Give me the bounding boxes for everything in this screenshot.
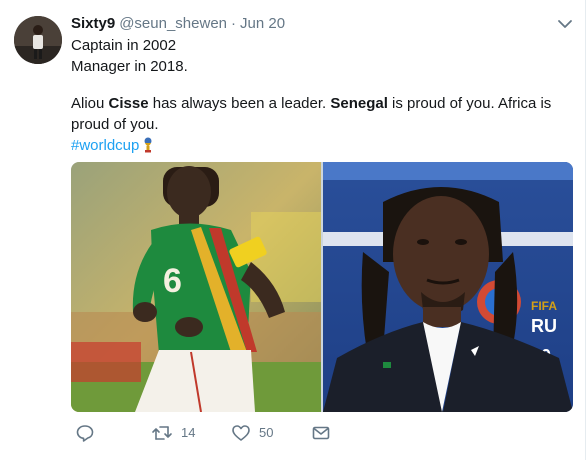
retweet-icon [152,426,172,440]
heart-icon [232,425,250,441]
envelope-icon [312,426,330,440]
hashtag-link[interactable]: #worldcup [71,137,139,154]
author-handle[interactable]: @seun_shewen [119,15,227,32]
like-count: 50 [259,425,274,440]
reply-button[interactable] [75,422,103,444]
svg-text:RU: RU [531,316,557,336]
retweet-button[interactable]: 14 [151,422,195,444]
retweet-count: 14 [181,425,196,440]
right-photo[interactable]: FIFA RU 20 [323,162,573,412]
avatar[interactable] [14,16,62,64]
direct-message-button[interactable] [311,422,331,444]
tweet-paragraph-2: Aliou Cisse has always been a leader. Se… [71,95,552,133]
tweet-text: Captain in 2002 Manager in 2018. Aliou C… [71,35,571,159]
left-photo[interactable]: 6 [71,162,321,412]
bold-cisse: Cisse [108,95,149,112]
trophy-icon [143,137,153,159]
author-name[interactable]: Sixty9 [71,15,115,32]
bold-senegal: Senegal [330,95,388,112]
tweet-media[interactable]: 6 FIFA RU [71,162,573,412]
tweet-header: Sixty9 @seun_shewen · Jun 20 [71,14,285,34]
tweet-timestamp[interactable]: Jun 20 [240,15,285,32]
header-separator: · [231,15,237,32]
hashtag-line: #worldcup [71,135,571,159]
tweet-line-2: Manager in 2018. [71,58,188,75]
tweet-actions: 14 50 [71,422,571,444]
reply-icon [76,425,94,442]
svg-text:FIFA: FIFA [531,299,557,313]
chevron-down-icon[interactable] [555,14,575,34]
tweet[interactable]: Sixty9 @seun_shewen · Jun 20 Captain in 200… [0,0,586,460]
like-button[interactable]: 50 [231,422,273,444]
svg-text:6: 6 [163,262,182,300]
tweet-line-1: Captain in 2002 [71,37,177,54]
